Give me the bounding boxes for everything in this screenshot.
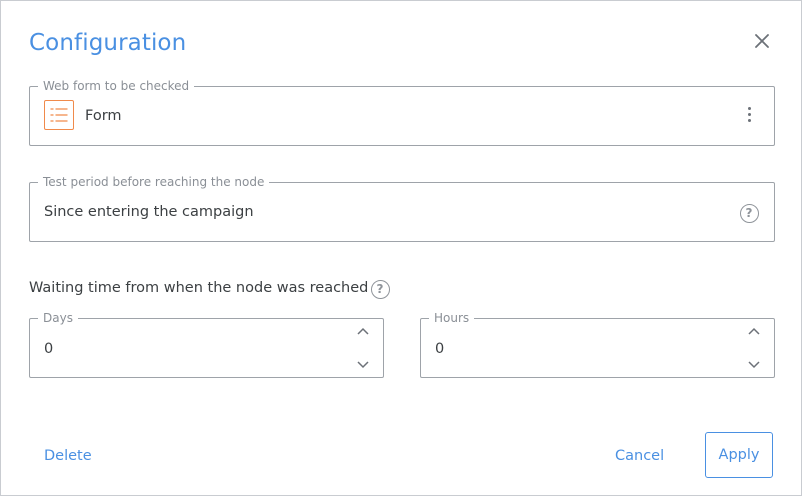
waiting-time-label: Waiting time from when the node was reac… bbox=[29, 280, 369, 296]
test-period-field[interactable]: Test period before reaching the node Sin… bbox=[29, 175, 775, 242]
web-form-field[interactable]: Web form to be checked Form bbox=[29, 79, 775, 146]
hours-decrement-button[interactable] bbox=[746, 357, 762, 369]
chevron-down-icon bbox=[357, 361, 369, 369]
waiting-help-button[interactable]: ? bbox=[369, 278, 391, 300]
hours-legend: Hours bbox=[429, 311, 475, 325]
test-period-value: Since entering the campaign bbox=[44, 204, 254, 220]
chevron-down-icon bbox=[748, 361, 760, 369]
days-field[interactable]: Days 0 bbox=[29, 311, 384, 378]
close-button[interactable] bbox=[749, 28, 775, 54]
configuration-dialog: Configuration Web form to be checked For… bbox=[0, 0, 802, 496]
question-icon: ? bbox=[370, 279, 390, 299]
test-period-legend: Test period before reaching the node bbox=[38, 175, 270, 189]
delete-button[interactable]: Delete bbox=[44, 448, 92, 464]
form-icon bbox=[44, 100, 74, 130]
web-form-legend: Web form to be checked bbox=[38, 79, 195, 93]
chevron-up-icon bbox=[357, 327, 369, 335]
days-decrement-button[interactable] bbox=[355, 357, 371, 369]
chevron-up-icon bbox=[748, 327, 760, 335]
days-increment-button[interactable] bbox=[355, 325, 371, 337]
apply-button[interactable]: Apply bbox=[705, 432, 773, 478]
hours-field[interactable]: Hours 0 bbox=[420, 311, 775, 378]
question-icon: ? bbox=[739, 203, 759, 223]
dialog-title: Configuration bbox=[29, 30, 187, 56]
hours-value: 0 bbox=[435, 341, 445, 357]
days-value: 0 bbox=[44, 341, 54, 357]
close-icon bbox=[755, 34, 769, 48]
web-form-value: Form bbox=[85, 108, 122, 124]
days-legend: Days bbox=[38, 311, 78, 325]
kebab-icon[interactable] bbox=[748, 107, 752, 125]
cancel-button[interactable]: Cancel bbox=[615, 448, 664, 464]
hours-increment-button[interactable] bbox=[746, 325, 762, 337]
test-period-help-button[interactable]: ? bbox=[738, 202, 760, 224]
